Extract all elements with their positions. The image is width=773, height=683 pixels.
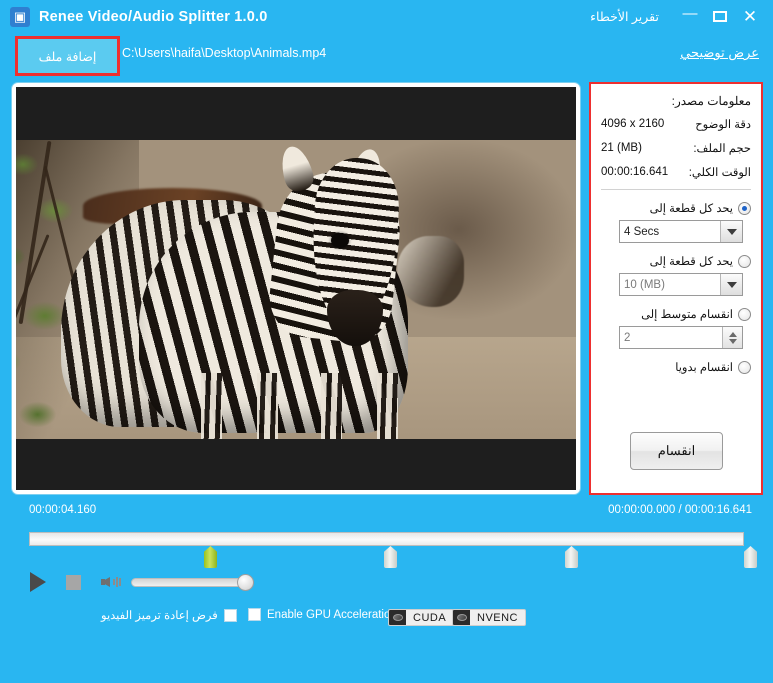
stepper-down-icon[interactable] bbox=[728, 338, 737, 344]
source-file-path: C:\Users\haifa\Desktop\Animals.mp4 bbox=[122, 46, 327, 60]
marker-pin bbox=[204, 546, 217, 568]
title-bar: ▣ Renee Video/Audio Splitter 1.0.0 تقرير… bbox=[0, 0, 773, 33]
zebra-scene bbox=[16, 140, 576, 439]
bottom-panel: فرض إعادة ترميز الفيديو Enable GPU Accel… bbox=[0, 605, 773, 683]
average-parts-value: 2 bbox=[624, 331, 631, 344]
app-window: ▣ Renee Video/Audio Splitter 1.0.0 تقرير… bbox=[0, 0, 773, 683]
filesize-value: 21 (MB) bbox=[601, 142, 642, 154]
video-stage[interactable] bbox=[16, 87, 576, 490]
caret-glyph bbox=[726, 281, 737, 288]
size-combo[interactable]: 10 (MB) bbox=[619, 273, 743, 296]
resolution-value: 4096 x 2160 bbox=[601, 118, 665, 130]
marker-pin bbox=[384, 546, 397, 568]
duration-label: الوقت الكلي: bbox=[688, 167, 751, 179]
split-options-panel: معلومات مصدر: دقة الوضوح 4096 x 2160 حجم… bbox=[589, 82, 763, 495]
size-combo-value: 10 (MB) bbox=[624, 278, 665, 291]
zebra-tail bbox=[396, 235, 464, 308]
speaker-cone bbox=[101, 577, 110, 587]
force-reencode-label: فرض إعادة ترميز الفيديو bbox=[101, 610, 218, 622]
duration-combo[interactable]: 4 Secs bbox=[619, 220, 743, 243]
zebra-eye bbox=[330, 232, 349, 249]
gpu-acceleration-label: Enable GPU Acceleration bbox=[267, 608, 397, 621]
marker-pin bbox=[744, 546, 757, 568]
maximize-square bbox=[713, 11, 727, 22]
window-controls: تقرير الأخطاء — ✕ bbox=[590, 0, 773, 33]
nvidia-iris bbox=[456, 614, 467, 621]
gpu-acceleration-checkbox[interactable] bbox=[248, 608, 261, 621]
video-preview-panel[interactable] bbox=[11, 82, 581, 495]
source-info-title: معلومات مصدر: bbox=[671, 94, 751, 108]
cuda-badge: CUDA bbox=[388, 609, 455, 626]
source-info-row: حجم الملف: 21 (MB) bbox=[601, 141, 751, 155]
timeline-marker[interactable] bbox=[384, 546, 397, 568]
app-title: Renee Video/Audio Splitter 1.0.0 bbox=[39, 8, 268, 25]
chevron-down-icon[interactable] bbox=[720, 221, 742, 242]
volume-slider-thumb[interactable] bbox=[237, 573, 254, 591]
split-mode-manual-label: انقسام بدويا bbox=[675, 362, 733, 374]
nvidia-eye-icon bbox=[389, 610, 406, 625]
current-time-label: 00:00:04.160 bbox=[29, 504, 97, 516]
source-info-row: الوقت الكلي: 00:00:16.641 bbox=[601, 165, 751, 179]
resolution-label: دقة الوضوح bbox=[695, 119, 751, 131]
split-mode-average-label: انقسام متوسط إلى bbox=[641, 309, 733, 321]
divider bbox=[601, 189, 751, 190]
split-mode-duration[interactable]: يحد كل قطعة إلى bbox=[601, 201, 751, 215]
playback-controls bbox=[30, 572, 254, 592]
close-icon[interactable]: ✕ bbox=[735, 2, 765, 32]
play-icon[interactable] bbox=[30, 572, 46, 592]
split-mode-manual[interactable]: انقسام بدويا bbox=[601, 360, 751, 374]
nvidia-eye-icon bbox=[453, 610, 470, 625]
file-bar: إضافة ملف C:\Users\haifa\Desktop\Animals… bbox=[0, 33, 773, 79]
radio-split-duration[interactable] bbox=[738, 201, 751, 215]
source-info-block: معلومات مصدر: دقة الوضوح 4096 x 2160 حجم… bbox=[591, 84, 761, 179]
chevron-down-icon[interactable] bbox=[720, 274, 742, 295]
speaker-wave bbox=[119, 578, 121, 586]
film-reel-icon: ▣ bbox=[10, 6, 30, 27]
split-mode-average[interactable]: انقسام متوسط إلى bbox=[601, 307, 751, 321]
split-mode-size-label: يحد كل قطعة إلى bbox=[649, 256, 733, 268]
force-reencode-checkbox[interactable] bbox=[223, 608, 237, 622]
add-file-label: إضافة ملف bbox=[38, 49, 97, 64]
split-button-label: انقسام bbox=[657, 443, 696, 458]
radio-split-size[interactable] bbox=[738, 254, 751, 268]
nvidia-iris bbox=[392, 614, 403, 621]
stop-icon[interactable] bbox=[66, 574, 81, 590]
video-frame bbox=[16, 140, 576, 439]
maximize-icon[interactable] bbox=[705, 2, 735, 32]
split-mode-group: يحد كل قطعة إلى 4 Secs يحد كل قطعة إلى 1… bbox=[591, 201, 761, 374]
demo-link[interactable]: عرض توضيحي bbox=[680, 45, 759, 61]
stepper-arrows-icon[interactable] bbox=[722, 327, 742, 348]
radio-split-average[interactable] bbox=[738, 307, 751, 321]
marker-pin bbox=[565, 546, 578, 568]
speaker-wave bbox=[113, 579, 115, 585]
split-mode-duration-label: يحد كل قطعة إلى bbox=[649, 203, 733, 215]
cuda-badge-label: CUDA bbox=[413, 611, 447, 624]
range-time-label: 00:00:00.000 / 00:00:16.641 bbox=[608, 504, 752, 516]
caret-glyph bbox=[726, 228, 737, 235]
duration-value: 00:00:16.641 bbox=[601, 166, 669, 178]
force-reencode-option[interactable]: فرض إعادة ترميز الفيديو bbox=[101, 608, 237, 622]
speaker-icon[interactable] bbox=[101, 574, 123, 590]
volume-slider[interactable] bbox=[131, 573, 254, 591]
split-button[interactable]: انقسام bbox=[630, 432, 723, 470]
filesize-label: حجم الملف: bbox=[693, 143, 751, 155]
source-info-row: دقة الوضوح 4096 x 2160 bbox=[601, 117, 751, 131]
add-file-button[interactable]: إضافة ملف bbox=[15, 36, 120, 76]
timeline-marker-active[interactable] bbox=[204, 546, 217, 568]
zebra-legs bbox=[184, 373, 420, 439]
gpu-acceleration-option[interactable]: Enable GPU Acceleration bbox=[248, 608, 397, 621]
stepper-up-icon[interactable] bbox=[728, 331, 737, 337]
timeline-track[interactable] bbox=[29, 532, 744, 546]
radio-split-manual[interactable] bbox=[738, 360, 751, 374]
minimize-icon[interactable]: — bbox=[675, 2, 705, 32]
nvenc-badge-label: NVENC bbox=[477, 611, 519, 624]
duration-combo-value: 4 Secs bbox=[624, 225, 660, 238]
nvenc-badge: NVENC bbox=[452, 609, 527, 626]
bug-report-link[interactable]: تقرير الأخطاء bbox=[590, 9, 659, 24]
average-parts-stepper[interactable]: 2 bbox=[619, 326, 743, 349]
split-mode-size[interactable]: يحد كل قطعة إلى bbox=[601, 254, 751, 268]
timeline-marker[interactable] bbox=[744, 546, 757, 568]
timeline-marker[interactable] bbox=[565, 546, 578, 568]
speaker-wave bbox=[116, 577, 118, 587]
